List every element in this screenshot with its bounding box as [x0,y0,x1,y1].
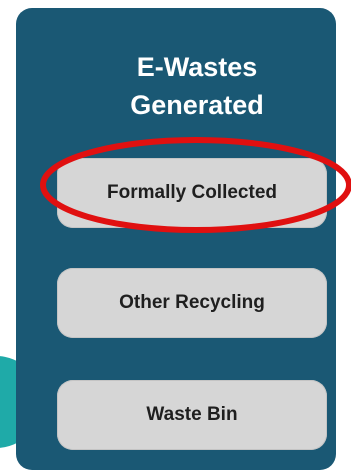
formally-collected-label: Formally Collected [107,182,277,203]
waste-bin-label: Waste Bin [146,404,238,425]
panel-title: E-Wastes Generated [90,48,304,124]
panel-title-line-1: E-Wastes [136,52,258,82]
other-recycling-box: Other Recycling [57,268,327,338]
diagram-canvas: E-Wastes Generated Formally Collected Ot… [0,0,351,476]
other-recycling-label: Other Recycling [119,292,265,313]
panel-title-line-2: Generated [130,90,264,120]
formally-collected-box: Formally Collected [57,158,327,228]
waste-bin-box: Waste Bin [57,380,327,450]
e-waste-panel: E-Wastes Generated Formally Collected Ot… [16,8,336,470]
